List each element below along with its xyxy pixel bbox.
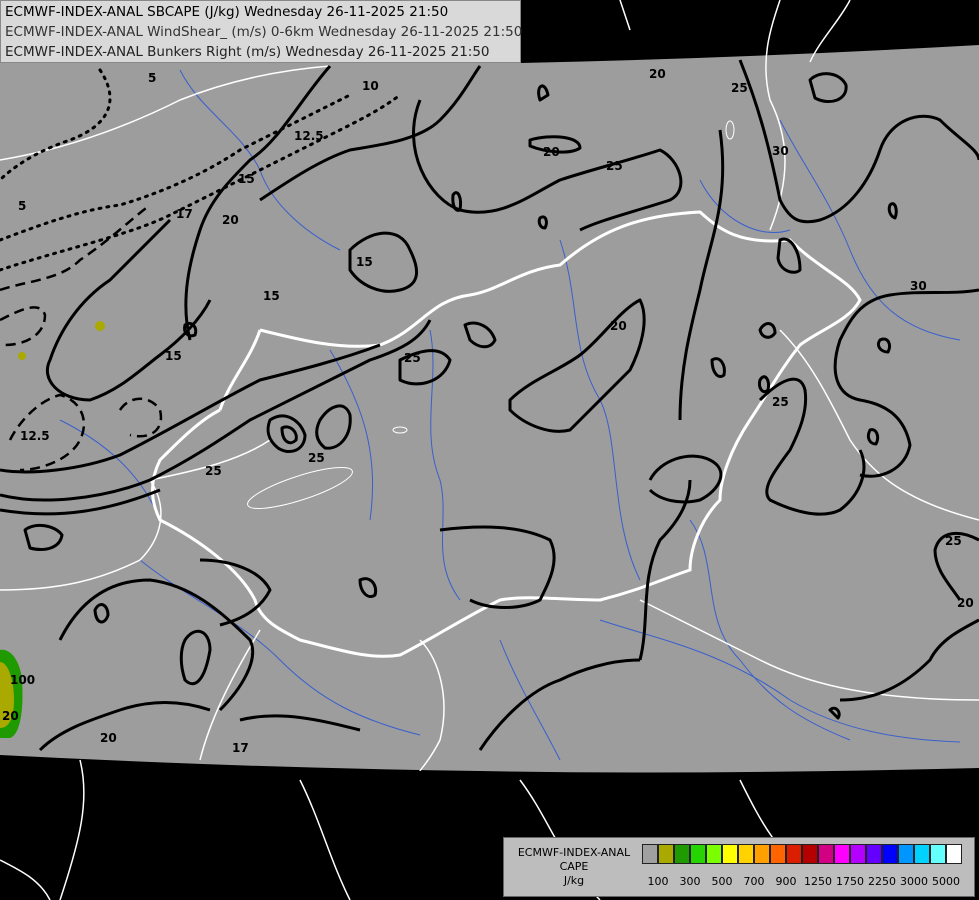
contour-label: 15 — [238, 172, 255, 186]
contour-label: 25 — [731, 81, 748, 95]
contour-label: 15 — [263, 289, 280, 303]
cape-legend: ECMWF-INDEX-ANAL CAPE J/kg 100 300 500 700 9… — [503, 837, 975, 897]
legend-swatch — [850, 844, 866, 864]
legend-tick: 900 — [775, 875, 797, 888]
contour-label: 5 — [18, 199, 26, 213]
contour-label: 10 — [362, 79, 379, 93]
legend-swatch — [802, 844, 818, 864]
contour-label: 20 — [957, 596, 974, 610]
legend-swatch — [898, 844, 914, 864]
legend-swatch — [674, 844, 690, 864]
legend-variable: CAPE — [559, 860, 589, 873]
contour-label: 20 — [649, 67, 666, 81]
legend-swatch — [882, 844, 898, 864]
legend-swatch — [754, 844, 770, 864]
contour-label: 17 — [232, 741, 249, 755]
contour-label: 25 — [404, 351, 421, 365]
contour-label: 20 — [543, 145, 560, 159]
contour-label: 15 — [356, 255, 373, 269]
title-box: ECMWF-INDEX-ANAL SBCAPE (J/kg) Wednesday… — [0, 0, 523, 63]
legend-swatch — [818, 844, 834, 864]
legend-color-scale — [642, 844, 962, 864]
legend-swatch — [706, 844, 722, 864]
legend-swatch — [642, 844, 658, 864]
contour-label: 5 — [148, 71, 156, 85]
contour-label: 20 — [610, 319, 627, 333]
legend-swatch — [722, 844, 738, 864]
legend-tick: 1250 — [804, 875, 832, 888]
title-sbcape: ECMWF-INDEX-ANAL SBCAPE (J/kg) Wednesday… — [5, 4, 449, 20]
legend-tick: 100 — [647, 875, 669, 888]
contour-label: 17 — [176, 207, 193, 221]
legend-source: ECMWF-INDEX-ANAL — [517, 846, 631, 859]
legend-swatch — [786, 844, 802, 864]
contour-label: 15 — [165, 349, 182, 363]
contour-label: 25 — [772, 395, 789, 409]
contour-label: 30 — [772, 144, 789, 158]
legend-unit: J/kg — [563, 874, 585, 887]
contour-label: 30 — [910, 279, 927, 293]
data-domain — [0, 45, 979, 773]
legend-tick: 700 — [743, 875, 765, 888]
legend-tick: 2250 — [868, 875, 896, 888]
weather-map: 5 5 10 12.5 15 17 20 20 20 25 25 30 30 2… — [0, 0, 979, 900]
contour-label: 25 — [308, 451, 325, 465]
legend-swatch — [866, 844, 882, 864]
contour-label: 25 — [606, 159, 623, 173]
contour-label: 12.5 — [20, 429, 50, 443]
contour-label: 20 — [2, 709, 19, 723]
legend-tick: 500 — [711, 875, 733, 888]
title-bunkers: ECMWF-INDEX-ANAL Bunkers Right (m/s) Wed… — [5, 44, 490, 60]
legend-swatch — [930, 844, 946, 864]
legend-swatch — [690, 844, 706, 864]
legend-tick: 3000 — [900, 875, 928, 888]
legend-tick: 1750 — [836, 875, 864, 888]
legend-swatch — [834, 844, 850, 864]
contour-label: 25 — [205, 464, 222, 478]
title-windshear: ECMWF-INDEX-ANAL WindShear_ (m/s) 0-6km … — [5, 24, 523, 40]
legend-swatch — [770, 844, 786, 864]
contour-label: 25 — [945, 534, 962, 548]
legend-swatch — [914, 844, 930, 864]
legend-tick: 300 — [679, 875, 701, 888]
legend-title: ECMWF-INDEX-ANAL CAPE J/kg — [510, 846, 638, 888]
contour-label: 100 — [10, 673, 35, 687]
contour-label: 20 — [100, 731, 117, 745]
legend-ticks: 100 300 500 700 900 1250 1750 2250 3000 5000 — [642, 875, 972, 889]
contour-label: 12.5 — [294, 129, 324, 143]
legend-tick: 5000 — [932, 875, 960, 888]
legend-swatch — [658, 844, 674, 864]
contour-label: 20 — [222, 213, 239, 227]
legend-swatch — [946, 844, 962, 864]
legend-swatch — [738, 844, 754, 864]
